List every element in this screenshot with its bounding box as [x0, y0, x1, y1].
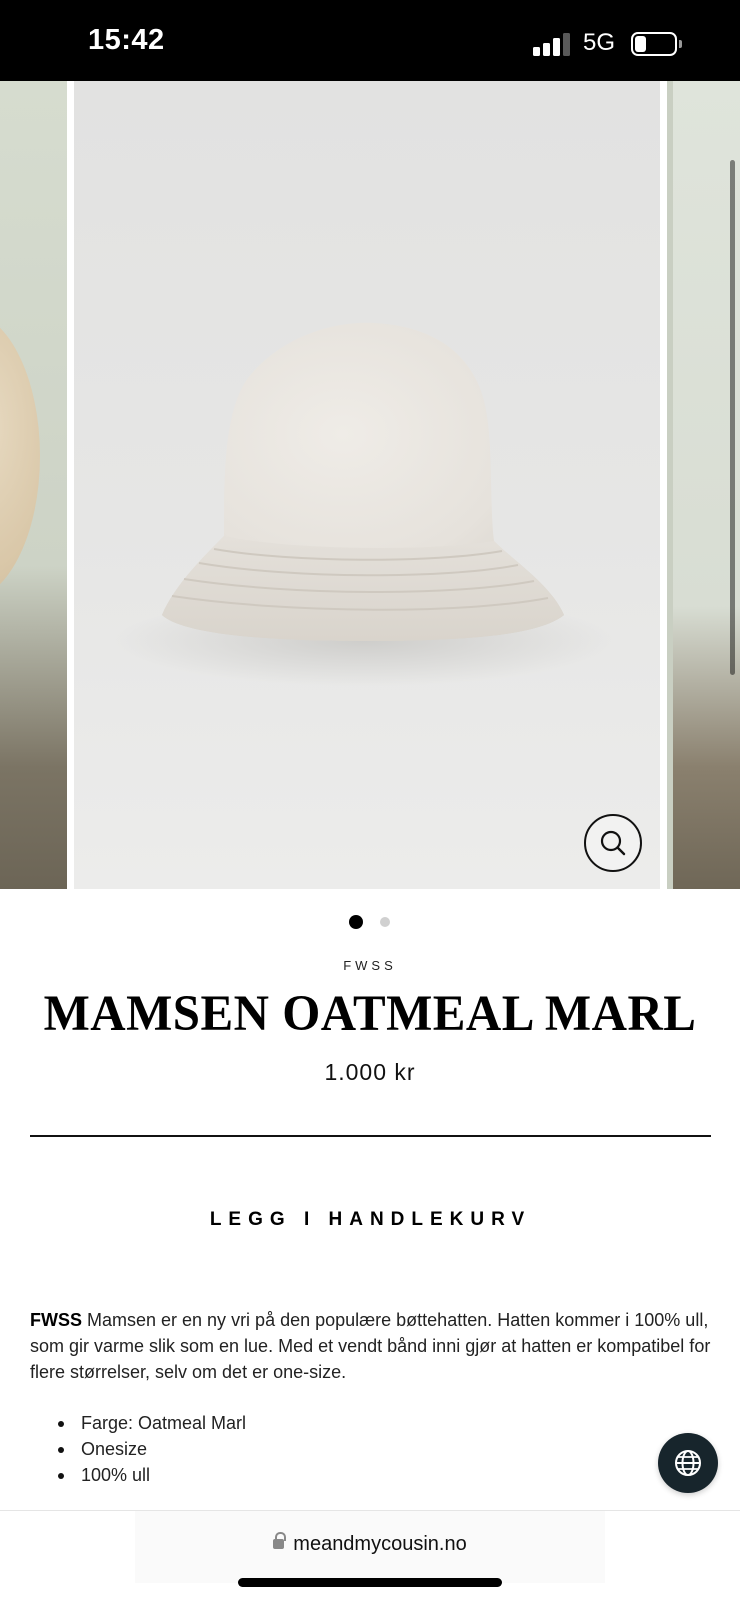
signal-strength-icon	[533, 32, 571, 56]
home-indicator[interactable]	[238, 1578, 502, 1587]
status-time: 15:42	[88, 24, 165, 56]
description-text: Mamsen er en ny vri på den populære bøtt…	[30, 1310, 711, 1382]
product-image-carousel[interactable]	[0, 81, 740, 889]
zoom-button[interactable]	[584, 814, 642, 872]
url-text[interactable]: meandmycousin.no	[293, 1533, 466, 1555]
status-bar: 15:42 5G	[0, 0, 740, 81]
product-title: MAMSEN OATMEAL MARL	[43, 986, 697, 1042]
page-scrollbar[interactable]	[730, 160, 735, 675]
description-brand: FWSS	[30, 1310, 82, 1330]
divider	[30, 1135, 711, 1137]
product-features: Farge: Oatmeal Marl Onesize 100% ull	[54, 1410, 246, 1488]
product-image[interactable]	[74, 81, 660, 889]
battery-level	[635, 36, 646, 52]
add-to-cart-button[interactable]: LEGG I HANDLEKURV	[30, 1190, 711, 1250]
feature-item: Farge: Oatmeal Marl	[54, 1410, 246, 1436]
carousel-dot-1[interactable]	[349, 915, 363, 929]
network-type: 5G	[583, 29, 616, 56]
previous-slide-preview[interactable]	[0, 81, 67, 889]
product-price: 1.000 kr	[324, 1059, 416, 1085]
product-brand: FWSS	[343, 958, 397, 973]
feature-item: Onesize	[54, 1436, 246, 1462]
feature-item: 100% ull	[54, 1462, 246, 1488]
language-button[interactable]	[658, 1433, 718, 1493]
product-description: FWSS Mamsen er en ny vri på den populære…	[30, 1307, 720, 1385]
lock-icon	[273, 1532, 287, 1551]
carousel-dot-2[interactable]	[380, 917, 390, 927]
globe-icon	[675, 1450, 701, 1476]
magnifier-icon	[600, 830, 626, 856]
bucket-hat-image	[114, 322, 614, 686]
battery-icon	[631, 32, 682, 56]
carousel-pagination	[0, 915, 740, 929]
